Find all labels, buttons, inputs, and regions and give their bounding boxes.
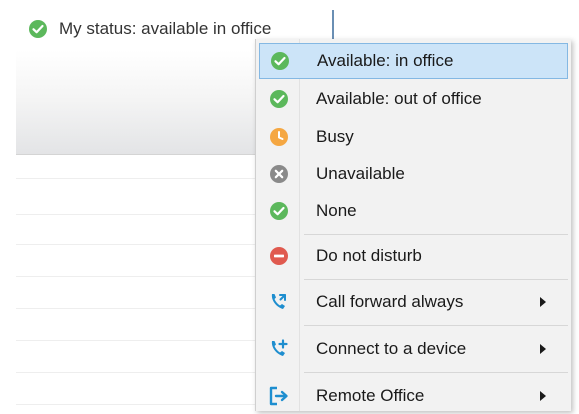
menu-item-call-forward-always[interactable]: Call forward always: [259, 284, 568, 320]
menu-item-unavailable[interactable]: Unavailable: [259, 156, 568, 192]
menu-item-label: Do not disturb: [316, 246, 422, 265]
check-circle-icon: [268, 88, 290, 110]
menu-separator: [304, 234, 568, 235]
menu-separator: [304, 325, 568, 326]
menu-item-label: Available: in office: [317, 51, 454, 70]
menu-item-connect-to-device[interactable]: Connect to a device: [259, 331, 568, 367]
menu-item-label: Call forward always: [316, 292, 464, 311]
menu-item-available-in-office[interactable]: Available: in office: [259, 43, 568, 79]
menu-item-label: Remote Office: [316, 386, 425, 405]
clock-circle-icon: [268, 126, 290, 148]
check-circle-icon: [269, 50, 291, 72]
menu-item-label: Available: out of office: [316, 89, 482, 108]
remote-office-icon: [268, 385, 290, 407]
submenu-arrow-icon: [540, 344, 546, 354]
menu-item-label: Busy: [316, 127, 354, 146]
menu-item-label: None: [316, 201, 357, 220]
menu-item-remote-office[interactable]: Remote Office: [259, 378, 568, 414]
minus-circle-icon: [268, 245, 290, 267]
status-menu: Available: in office Available: out of o…: [255, 39, 571, 411]
submenu-arrow-icon: [540, 297, 546, 307]
call-forward-icon: [268, 291, 290, 313]
menu-item-busy[interactable]: Busy: [259, 119, 568, 155]
phone-add-icon: [268, 338, 290, 360]
submenu-arrow-icon: [540, 391, 546, 401]
menu-item-label: Connect to a device: [316, 339, 467, 358]
menu-item-label: Unavailable: [316, 164, 405, 183]
menu-separator: [304, 279, 568, 280]
menu-separator: [304, 372, 568, 373]
menu-item-available-out-of-office[interactable]: Available: out of office: [259, 81, 568, 117]
menu-item-do-not-disturb[interactable]: Do not disturb: [259, 238, 568, 274]
x-circle-icon: [268, 163, 290, 185]
menu-item-none[interactable]: None: [259, 193, 568, 229]
check-circle-icon: [28, 19, 48, 39]
check-circle-icon: [268, 200, 290, 222]
my-status-label: My status: available in office: [59, 19, 272, 38]
